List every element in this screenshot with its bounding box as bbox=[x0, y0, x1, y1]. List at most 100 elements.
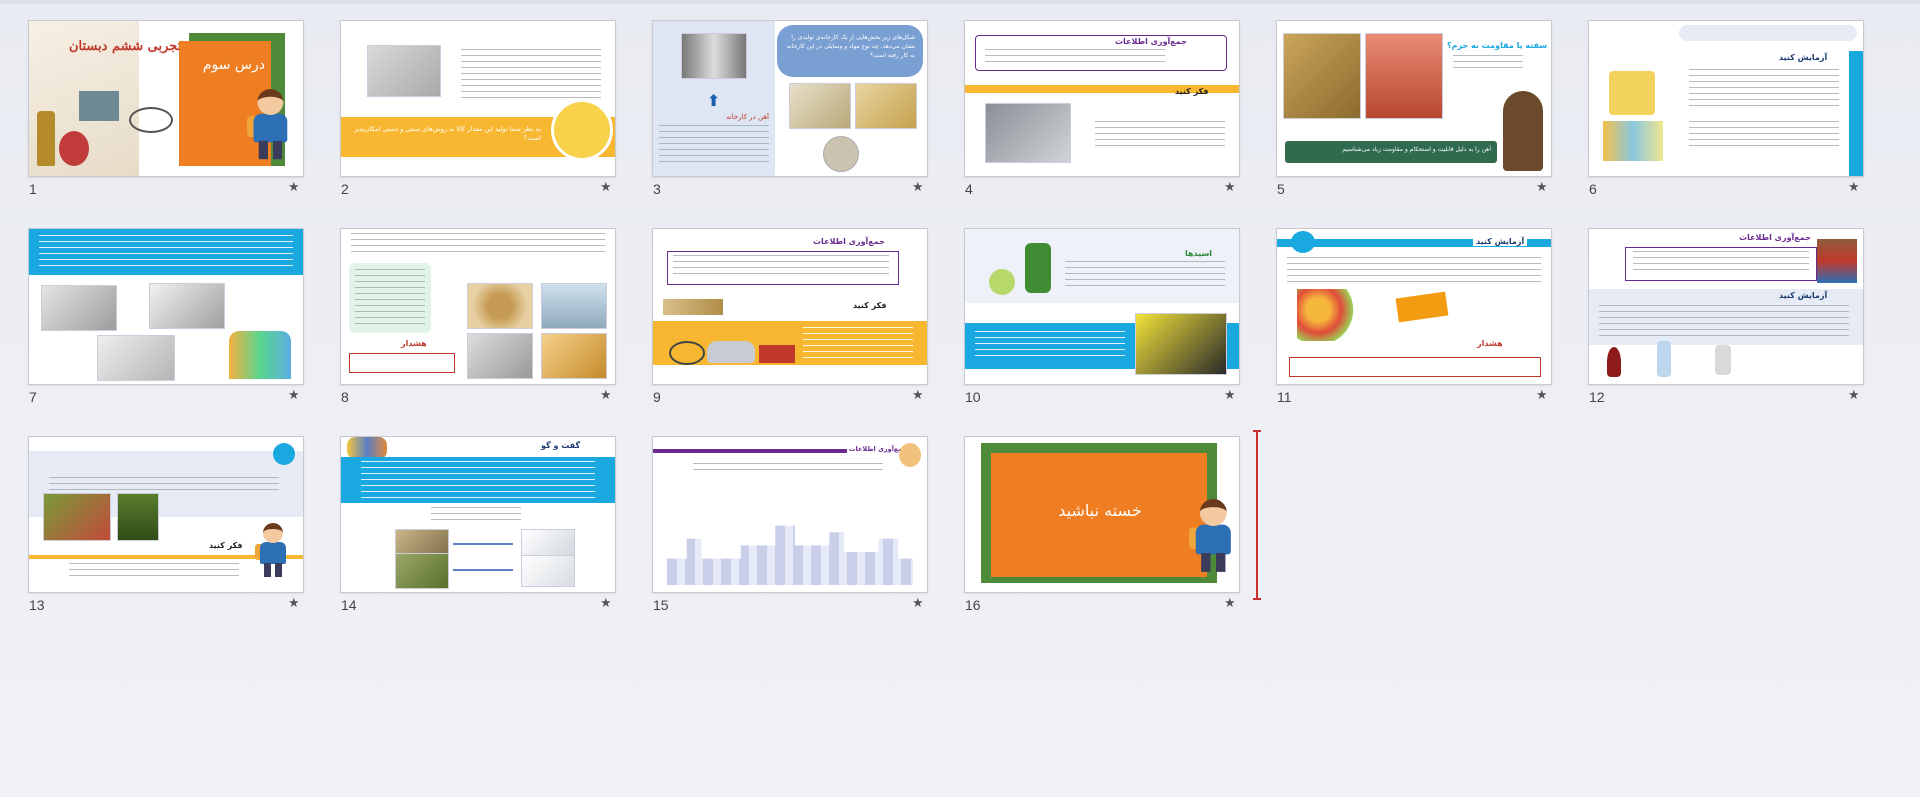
slide-12-text-lines-2 bbox=[1599, 305, 1849, 339]
slide-14-text-lines bbox=[431, 507, 521, 521]
slide-9-think: فکر کنید bbox=[853, 301, 887, 310]
slide-1-preview[interactable]: علوم تجربی ششم دبستان درس سوم bbox=[28, 20, 304, 177]
factory-photo-b bbox=[855, 83, 917, 129]
animation-star-icon[interactable]: ★ bbox=[1536, 388, 1548, 403]
purple-header-line bbox=[653, 449, 847, 453]
slide-4-think: فکر کنید bbox=[1175, 87, 1209, 96]
animation-star-icon[interactable]: ★ bbox=[288, 388, 300, 403]
slide-4-preview[interactable]: جمع‌آوری اطلاعات فکر کنید bbox=[964, 20, 1240, 177]
machinery-photo bbox=[985, 103, 1071, 163]
nails-image bbox=[663, 299, 723, 315]
slide-8-preview[interactable]: هشدار bbox=[340, 228, 616, 385]
tool-photo-1 bbox=[41, 285, 117, 331]
slide-thumbnail-8[interactable]: هشدار 8 ★ bbox=[340, 228, 616, 410]
slide-10-text-lines bbox=[1065, 261, 1225, 291]
slide-4-text-lines bbox=[985, 49, 1165, 65]
slide-5-preview[interactable]: سفته یا مقاومت به جرم؟ آهن را به دلیل قا… bbox=[1276, 20, 1552, 177]
slide-5-text-lines bbox=[1453, 55, 1523, 73]
note-lines bbox=[355, 269, 425, 329]
fruit-image bbox=[59, 131, 89, 166]
slide-thumbnail-7[interactable]: 7 ★ bbox=[28, 228, 304, 410]
slide-number: 8 bbox=[341, 389, 349, 405]
slide-thumbnail-12[interactable]: جمع‌آوری اطلاعات آزمایش کنید 12 ★ bbox=[1588, 228, 1864, 410]
slide-number: 15 bbox=[653, 597, 669, 613]
sheep-photo bbox=[395, 553, 449, 589]
animation-star-icon[interactable]: ★ bbox=[1224, 180, 1236, 195]
animation-star-icon[interactable]: ★ bbox=[288, 596, 300, 611]
slide-3-preview[interactable]: ⬆ آهن در کارخانه شکل‌های زیر بخش‌هایی از… bbox=[652, 20, 928, 177]
slide-11-title: آزمایش کنید bbox=[1473, 237, 1528, 246]
slide-15-text-lines bbox=[693, 463, 883, 473]
slide-15-preview[interactable]: جمع‌آوری اطلاعات bbox=[652, 436, 928, 593]
slide-10-preview[interactable]: اسیدها bbox=[964, 228, 1240, 385]
slide-thumbnail-5[interactable]: سفته یا مقاومت به جرم؟ آهن را به دلیل قا… bbox=[1276, 20, 1552, 202]
animation-star-icon[interactable]: ★ bbox=[912, 180, 924, 195]
slide-thumbnail-2[interactable]: به نظر شما تولید این مقدار کالا به روش‌ه… bbox=[340, 20, 616, 202]
slide-thumbnail-14[interactable]: گفت و گو 14 ★ bbox=[340, 436, 616, 618]
slide-sorter-view: علوم تجربی ششم دبستان درس سوم 1 ★ به نظر… bbox=[0, 0, 1920, 797]
schoolboy-illustration bbox=[255, 523, 291, 579]
bicycle-image bbox=[129, 107, 173, 133]
schoolboy-illustration bbox=[1189, 499, 1238, 575]
slide-16-preview[interactable]: خسته نباشید bbox=[964, 436, 1240, 593]
slide-13-text-lines bbox=[49, 477, 279, 493]
slide-9-title: جمع‌آوری اطلاعات bbox=[813, 237, 885, 246]
animation-star-icon[interactable]: ★ bbox=[1224, 388, 1236, 403]
animation-star-icon[interactable]: ★ bbox=[1224, 596, 1236, 611]
slide-thumbnail-10[interactable]: اسیدها 10 ★ bbox=[964, 228, 1240, 410]
slide-2-text-lines bbox=[461, 49, 601, 99]
slide-thumbnail-9[interactable]: جمع‌آوری اطلاعات فکر کنید 9 ★ bbox=[652, 228, 928, 410]
animation-star-icon[interactable]: ★ bbox=[1848, 388, 1860, 403]
cans-photo bbox=[541, 333, 607, 379]
slide-9-band-lines bbox=[803, 327, 913, 361]
slide-7-preview[interactable] bbox=[28, 228, 304, 385]
slide-11-text-lines bbox=[1287, 257, 1541, 285]
slide-4-title: جمع‌آوری اطلاعات bbox=[1115, 37, 1187, 46]
bicycle-image bbox=[669, 341, 705, 365]
slide-2-preview[interactable]: به نظر شما تولید این مقدار کالا به روش‌ه… bbox=[340, 20, 616, 177]
slide-6-text-lines-2 bbox=[1689, 121, 1839, 151]
slide-thumbnail-11[interactable]: آزمایش کنید هشدار 11 ★ bbox=[1276, 228, 1552, 410]
power-tower-photo bbox=[541, 283, 607, 329]
slide-6-header-bar bbox=[1679, 25, 1857, 41]
warning-box bbox=[1289, 357, 1541, 377]
slide-6-preview[interactable]: آزمایش کنید bbox=[1588, 20, 1864, 177]
slide-13-preview[interactable]: فکر کنید bbox=[28, 436, 304, 593]
slide-12-preview[interactable]: جمع‌آوری اطلاعات آزمایش کنید bbox=[1588, 228, 1864, 385]
slide-thumbnail-16[interactable]: خسته نباشید 16 ★ bbox=[964, 436, 1240, 618]
microscope-image bbox=[79, 91, 119, 121]
slide-thumbnail-3[interactable]: ⬆ آهن در کارخانه شکل‌های زیر بخش‌هایی از… bbox=[652, 20, 928, 202]
slide-10-title: اسیدها bbox=[1185, 249, 1213, 258]
animation-star-icon[interactable]: ★ bbox=[1848, 180, 1860, 195]
arrow-line-2 bbox=[453, 569, 513, 571]
car-image bbox=[707, 341, 755, 363]
slide-5-caption: آهن را به دلیل قابلیت و استحکام و مقاومت… bbox=[1342, 146, 1491, 153]
animation-star-icon[interactable]: ★ bbox=[600, 180, 612, 195]
slide-11-preview[interactable]: آزمایش کنید هشدار bbox=[1276, 228, 1552, 385]
scientist-illustration bbox=[1503, 91, 1543, 171]
slide-thumbnail-6[interactable]: آزمایش کنید 6 ★ bbox=[1588, 20, 1864, 202]
slide-thumbnail-13[interactable]: فکر کنید 13 ★ bbox=[28, 436, 304, 618]
slide-14-preview[interactable]: گفت و گو bbox=[340, 436, 616, 593]
animation-star-icon[interactable]: ★ bbox=[600, 596, 612, 611]
animation-star-icon[interactable]: ★ bbox=[1536, 180, 1548, 195]
discussion-kids-icon bbox=[347, 437, 387, 459]
animation-star-icon[interactable]: ★ bbox=[912, 388, 924, 403]
lab-icon bbox=[273, 443, 295, 465]
steel-roll-photo bbox=[681, 33, 747, 79]
slide-thumbnail-1[interactable]: علوم تجربی ششم دبستان درس سوم 1 ★ bbox=[28, 20, 304, 202]
slide-number: 13 bbox=[29, 597, 45, 613]
books-image bbox=[1817, 239, 1857, 283]
slide-thumbnail-15[interactable]: جمع‌آوری اطلاعات 15 ★ bbox=[652, 436, 928, 618]
animation-star-icon[interactable]: ★ bbox=[288, 180, 300, 195]
slide-thumbnail-4[interactable]: جمع‌آوری اطلاعات فکر کنید 4 ★ bbox=[964, 20, 1240, 202]
slide-6-text-lines bbox=[1689, 69, 1839, 109]
animation-star-icon[interactable]: ★ bbox=[912, 596, 924, 611]
slide-9-text-lines bbox=[673, 255, 889, 279]
slide-12-title: جمع‌آوری اطلاعات bbox=[1739, 233, 1811, 242]
slide-number: 14 bbox=[341, 597, 357, 613]
water-bottle-image bbox=[1657, 341, 1671, 377]
slide-9-preview[interactable]: جمع‌آوری اطلاعات فکر کنید bbox=[652, 228, 928, 385]
oil-bottle-image bbox=[37, 111, 55, 166]
animation-star-icon[interactable]: ★ bbox=[600, 388, 612, 403]
